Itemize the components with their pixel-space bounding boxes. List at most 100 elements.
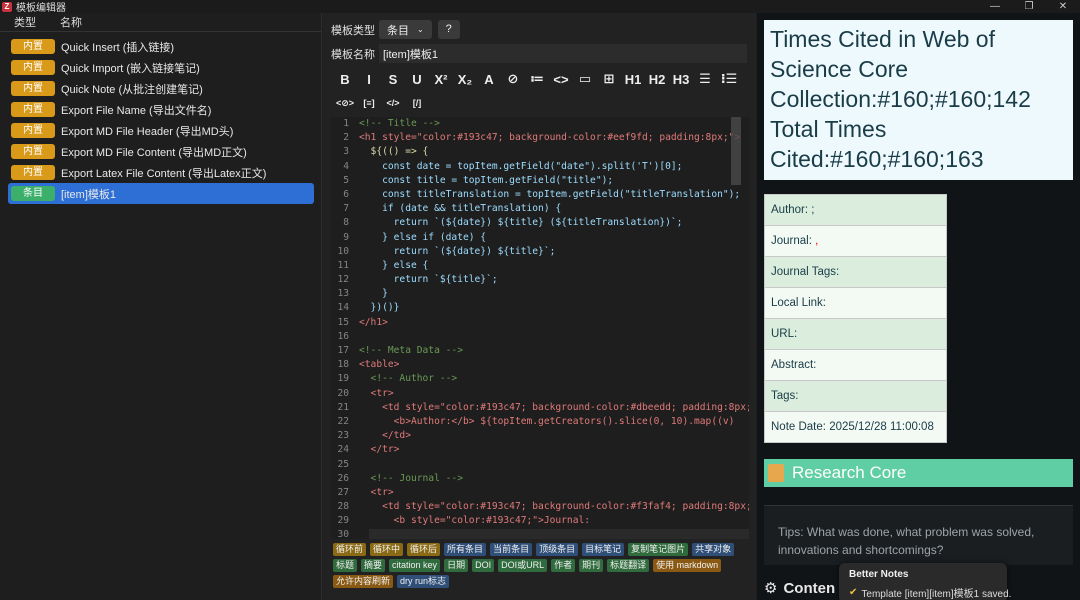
code-text: <b style="color:#193c47;">Journal:	[359, 515, 591, 527]
template-name-input[interactable]	[379, 44, 747, 63]
code-line: 5 const title = topItem.getField("title"…	[331, 174, 749, 188]
variable-chip[interactable]: 标题	[333, 559, 358, 572]
toolbar-button-icon[interactable]: H1	[621, 69, 645, 89]
preview-panel: Times Cited in Web of Science Core Colle…	[757, 13, 1080, 600]
variable-chip[interactable]: 作者	[551, 559, 576, 572]
toolbar-button-icon[interactable]: <>	[549, 69, 573, 89]
variable-chip[interactable]: 目标笔记	[582, 543, 625, 556]
toolbar-button-icon[interactable]: ▭	[573, 69, 597, 89]
variable-chip[interactable]: 允许内容刷新	[333, 575, 394, 588]
toolbar-button-icon[interactable]: ⁝☰	[717, 69, 741, 89]
toolbar-button-icon[interactable]: </>	[381, 93, 405, 113]
toolbar-button-icon[interactable]: ⊞	[597, 69, 621, 89]
toolbar-button-icon[interactable]: H3	[669, 69, 693, 89]
line-number: 10	[337, 245, 349, 257]
meta-cell: Abstract:	[764, 349, 947, 381]
toolbar-button-icon[interactable]: X₂	[453, 69, 477, 89]
code-text: <td style="color:#193c47; background-col…	[359, 401, 749, 413]
code-text: </h1>	[359, 316, 388, 328]
toolbar-button-icon[interactable]: [/]	[405, 93, 429, 113]
toolbar-button-icon[interactable]: S	[381, 69, 405, 89]
template-row[interactable]: 内置 Export File Name (导出文件名)	[8, 99, 314, 120]
template-row[interactable]: 内置 Quick Note (从批注创建笔记)	[8, 78, 314, 99]
toolbar-button-icon[interactable]: ≔	[525, 69, 549, 89]
line-number: 21	[337, 401, 349, 413]
variable-chip[interactable]: DOI	[472, 559, 495, 572]
variable-chip[interactable]: 共享对象	[692, 543, 735, 556]
code-text: if (date && titleTranslation) {	[359, 203, 562, 215]
template-row[interactable]: 条目 [item]模板1	[8, 183, 314, 204]
code-text: </td>	[359, 430, 411, 442]
window-title: 模板编辑器	[16, 3, 66, 14]
toolbar-button-icon[interactable]: A	[477, 69, 501, 89]
type-badge: 条目	[11, 186, 55, 201]
editor-panel: 模板类型 条目 ⌄ ? 模板名称 BISUX²X₂A⊘≔<>▭⊞H1H2H3☰⁝…	[323, 13, 756, 600]
toolbar-button-icon[interactable]: ⊘	[501, 69, 525, 89]
variable-chip[interactable]: DOI或URL	[498, 559, 548, 572]
variable-chip[interactable]: dry run标志	[397, 575, 450, 588]
maximize-button[interactable]: ❐	[1012, 0, 1046, 13]
toolbar-button-icon[interactable]: <⊘>	[333, 93, 357, 113]
template-type-label: 模板类型	[331, 24, 375, 37]
template-row[interactable]: 内置 Export MD File Content (导出MD正文)	[8, 141, 314, 162]
template-row[interactable]: 内置 Export MD File Header (导出MD头)	[8, 120, 314, 141]
toast-notification[interactable]: Better Notes ✔ Template [item][item]模板1 …	[839, 563, 1011, 600]
variable-chip[interactable]: citation key	[389, 559, 441, 572]
template-row[interactable]: 内置 Quick Import (嵌入链接笔记)	[8, 57, 314, 78]
variable-chip[interactable]: 标题翻译	[607, 559, 650, 572]
variable-chip[interactable]: 所有条目	[444, 543, 487, 556]
template-row[interactable]: 内置 Quick Insert (插入链接)	[8, 36, 314, 57]
meta-label: Tags:	[771, 390, 799, 402]
minimize-button[interactable]: —	[978, 0, 1012, 13]
meta-cell: Journal: ,	[764, 225, 947, 257]
meta-row: Journal: ,	[764, 225, 947, 257]
help-button[interactable]: ?	[437, 20, 460, 39]
type-badge: 内置	[11, 165, 55, 180]
line-number: 3	[343, 146, 349, 158]
variable-chip[interactable]: 摘要	[361, 559, 386, 572]
variable-chip[interactable]: 日期	[444, 559, 469, 572]
code-line: 11 } else {	[331, 259, 749, 273]
line-number: 27	[337, 486, 349, 498]
code-text: <b>Author:</b> ${topItem.getCreators().s…	[359, 415, 735, 427]
code-text: <table>	[359, 359, 400, 371]
toolbar-button-icon[interactable]: U	[405, 69, 429, 89]
column-header-type[interactable]: 类型	[0, 14, 56, 30]
meta-row: Journal Tags:	[764, 256, 947, 288]
code-text: const date = topItem.getField("date").sp…	[359, 160, 683, 172]
toolbar-button-icon[interactable]: X²	[429, 69, 453, 89]
template-type-select[interactable]: 条目 ⌄	[379, 20, 432, 39]
toolbar-button-icon[interactable]: I	[357, 69, 381, 89]
variable-chip[interactable]: 使用 markdown	[653, 559, 722, 572]
line-number: 9	[343, 231, 349, 243]
meta-label: Note Date:	[771, 421, 826, 433]
type-badge: 内置	[11, 123, 55, 138]
code-text: <!-- Author -->	[359, 373, 458, 385]
variable-chips: 循环前 循环中 循环后 所有条目 当前条目 顶级条目 目标笔记 复制笔记图片 共享对象 标题 摘要…	[333, 543, 753, 591]
variable-chip[interactable]: 循环后	[407, 543, 441, 556]
toolbar-button-icon[interactable]: B	[333, 69, 357, 89]
code-editor[interactable]: 1 <!-- Title --> 2 <h1 style="color:#193c47…	[331, 117, 749, 539]
formatting-toolbar: B I S U X² X₂ A ⊘ ≔ <> ▭ ⊞ H1 H2 H3 ☰ ⁝☰	[333, 69, 741, 89]
toolbar-button-icon[interactable]: [≡]	[357, 93, 381, 113]
column-header-name[interactable]: 名称	[56, 14, 82, 30]
editor-scrollbar[interactable]	[731, 117, 741, 185]
variable-chip[interactable]: 循环中	[370, 543, 404, 556]
toolbar-button-icon[interactable]: ☰	[693, 69, 717, 89]
toolbar-button-icon[interactable]: H2	[645, 69, 669, 89]
variable-chip[interactable]: 期刊	[579, 559, 604, 572]
code-line: 18 <table>	[331, 358, 749, 372]
code-text: const title = topItem.getField("title");	[359, 174, 614, 186]
template-name: Export Latex File Content (导出Latex正文)	[61, 167, 267, 180]
code-line: 23 </td>	[331, 429, 749, 443]
close-button[interactable]: ✕	[1046, 0, 1080, 13]
code-line: 27 <tr>	[331, 486, 749, 500]
line-number: 8	[343, 217, 349, 229]
line-number: 18	[337, 359, 349, 371]
variable-chip[interactable]: 循环前	[333, 543, 367, 556]
variable-chip[interactable]: 复制笔记图片	[628, 543, 689, 556]
template-name-label: 模板名称	[331, 48, 375, 61]
variable-chip[interactable]: 当前条目	[490, 543, 533, 556]
template-row[interactable]: 内置 Export Latex File Content (导出Latex正文)	[8, 162, 314, 183]
variable-chip[interactable]: 顶级条目	[536, 543, 579, 556]
